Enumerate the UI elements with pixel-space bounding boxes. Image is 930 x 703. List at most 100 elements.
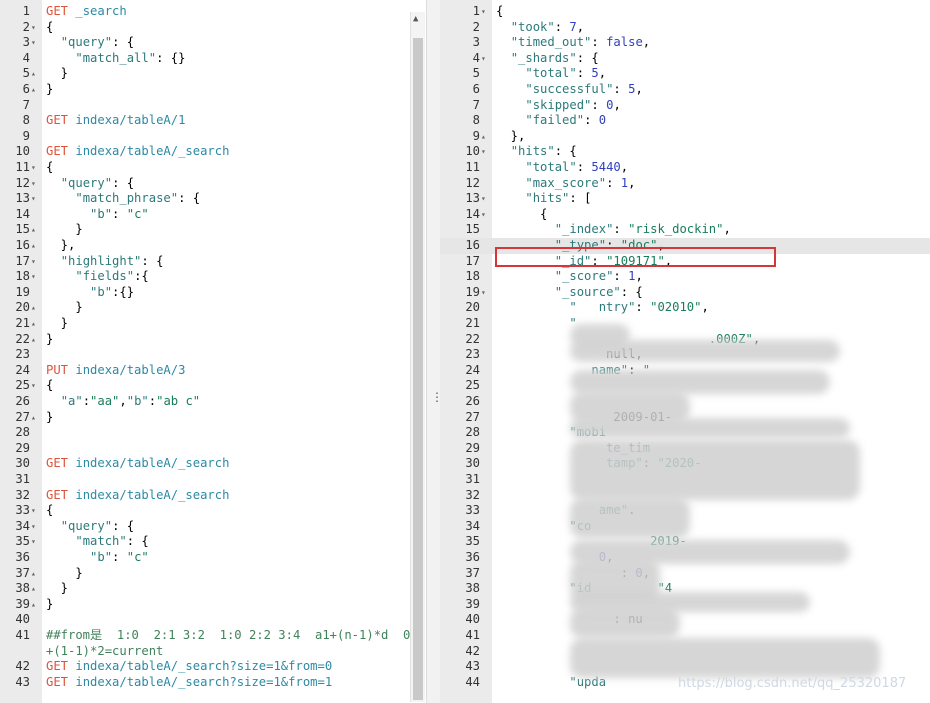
drag-grip-icon[interactable]: ⋮ (431, 390, 443, 404)
fold-toggle-icon[interactable]: ▾ (31, 191, 36, 207)
fold-toggle-icon[interactable]: ▾ (481, 51, 486, 67)
fold-toggle-icon[interactable]: ▴ (31, 222, 36, 238)
code-line[interactable]: 10 GET indexa/tableA/_search (0, 144, 426, 160)
scrollbar-thumb[interactable] (413, 38, 423, 700)
code-line[interactable]: 19 "b":{} (0, 285, 426, 301)
code-line[interactable]: 34 ▾ "query": { (0, 519, 426, 535)
fold-toggle-icon[interactable]: ▾ (31, 176, 36, 192)
code-line[interactable]: 4 ▾ "_shards": { (440, 51, 930, 67)
fold-toggle-icon[interactable]: ▴ (31, 597, 36, 613)
code-line[interactable]: 9 ▴ }, (440, 129, 930, 145)
code-line[interactable]: 30 GET indexa/tableA/_search (0, 456, 426, 472)
fold-toggle-icon[interactable]: ▴ (31, 581, 36, 597)
code-line[interactable]: +(1-1)*2=current (0, 644, 426, 660)
code-line[interactable]: 39 ▴} (0, 597, 426, 613)
fold-toggle-icon[interactable]: ▾ (31, 269, 36, 285)
code-line[interactable]: 11 ▾ { (0, 160, 426, 176)
code-line[interactable]: 43 GET indexa/tableA/_search?size=1&from=… (0, 675, 426, 691)
fold-toggle-icon[interactable]: ▾ (481, 285, 486, 301)
fold-toggle-icon[interactable]: ▴ (31, 300, 36, 316)
code-line[interactable]: 15 ▴ } (0, 222, 426, 238)
fold-toggle-icon[interactable]: ▴ (31, 316, 36, 332)
fold-toggle-icon[interactable]: ▴ (31, 82, 36, 98)
code-line[interactable]: 2 "took": 7, (440, 20, 930, 36)
fold-toggle-icon[interactable]: ▴ (481, 129, 486, 145)
code-line[interactable]: 20 ▴ } (0, 300, 426, 316)
code-line[interactable]: 17 ▾ "highlight": { (0, 254, 426, 270)
code-line[interactable]: 37 ▴ } (0, 566, 426, 582)
code-line[interactable]: 4 "match_all": {} (0, 51, 426, 67)
code-line[interactable]: 20 " ntry": "02010", (440, 300, 930, 316)
code-line[interactable]: 26 "a":"aa","b":"ab c" (0, 394, 426, 410)
code-line[interactable]: 13 ▾ "match_phrase": { (0, 191, 426, 207)
code-line[interactable]: 21 ▴ } (0, 316, 426, 332)
code-line[interactable]: 15 "_index": "risk_dockin", (440, 222, 930, 238)
code-line[interactable]: 41 ##from是 1:0 2:1 3:2 1:0 2:2 3:4 a1+(n-… (0, 628, 426, 644)
code-line[interactable]: 5 "total": 5, (440, 66, 930, 82)
fold-toggle-icon[interactable]: ▾ (31, 35, 36, 51)
code-line[interactable]: 19 ▾ "_source": { (440, 285, 930, 301)
code-line[interactable]: 22 ▴} (0, 332, 426, 348)
code-line[interactable]: 29 (0, 441, 426, 457)
code-line[interactable]: 7 "skipped": 0, (440, 98, 930, 114)
code-line[interactable]: 12 "max_score": 1, (440, 176, 930, 192)
code-line[interactable]: 37 : 0, (440, 566, 930, 582)
code-line[interactable]: 32 GET indexa/tableA/_search (0, 488, 426, 504)
code-line[interactable]: 3 "timed_out": false, (440, 35, 930, 51)
code-line[interactable]: 36 "b": "c" (0, 550, 426, 566)
code-line[interactable]: 9 (0, 129, 426, 145)
request-editor[interactable]: 1 GET _search 2 ▾{3 ▾ "query": {4 "match_all… (0, 0, 426, 703)
fold-toggle-icon[interactable]: ▴ (31, 410, 36, 426)
code-line[interactable]: 18 "_score": 1, (440, 269, 930, 285)
code-line[interactable]: 10 ▾ "hits": { (440, 144, 930, 160)
line-number: 35 (465, 534, 480, 549)
fold-toggle-icon[interactable]: ▴ (31, 66, 36, 82)
code-line[interactable]: 23 (0, 347, 426, 363)
fold-toggle-icon[interactable]: ▾ (31, 519, 36, 535)
fold-toggle-icon[interactable]: ▴ (31, 566, 36, 582)
code-line[interactable]: 31 (0, 472, 426, 488)
code-line[interactable]: 28 (0, 425, 426, 441)
code-line[interactable]: 14 ▾ { (440, 207, 930, 223)
code-line[interactable]: 11 "total": 5440, (440, 160, 930, 176)
code-line[interactable]: 5 ▴ } (0, 66, 426, 82)
code-line[interactable]: 7 (0, 98, 426, 114)
fold-toggle-icon[interactable]: ▴ (31, 238, 36, 254)
code-line[interactable]: 2 ▾ { (0, 20, 426, 36)
code-line[interactable]: 24 PUT indexa/tableA/3 (0, 363, 426, 379)
code-line[interactable]: 42 GET indexa/tableA/_search?size=1&from=… (0, 659, 426, 675)
code-line[interactable]: 6 ▴} (0, 82, 426, 98)
fold-toggle-icon[interactable]: ▾ (481, 144, 486, 160)
code-line[interactable]: 38 ▴ } (0, 581, 426, 597)
code-line[interactable]: 18 ▾ "fields":{ (0, 269, 426, 285)
fold-toggle-icon[interactable]: ▾ (31, 254, 36, 270)
fold-toggle-icon[interactable]: ▾ (481, 4, 486, 20)
fold-toggle-icon[interactable]: ▾ (31, 503, 36, 519)
code-line[interactable]: 40 : nu (440, 612, 930, 628)
fold-toggle-icon[interactable]: ▾ (31, 378, 36, 394)
code-line[interactable]: 6 "successful": 5, (440, 82, 930, 98)
code-line[interactable]: 8 "failed": 0 (440, 113, 930, 129)
code-line[interactable]: 21 " (440, 316, 930, 332)
code-line[interactable]: 27 ▴} (0, 410, 426, 426)
fold-toggle-icon[interactable]: ▾ (481, 207, 486, 223)
code-line[interactable]: 3 ▾ "query": { (0, 35, 426, 51)
fold-toggle-icon[interactable]: ▾ (31, 160, 36, 176)
fold-toggle-icon[interactable]: ▾ (481, 191, 486, 207)
code-line[interactable]: 35 ▾ "match": { (0, 534, 426, 550)
code-line[interactable]: 40 (0, 612, 426, 628)
fold-toggle-icon[interactable]: ▾ (31, 20, 36, 36)
code-line[interactable]: 12 ▾ "query": { (0, 176, 426, 192)
code-line[interactable]: 33 ▾ { (0, 503, 426, 519)
code-line[interactable]: 13 ▾ "hits": [ (440, 191, 930, 207)
code-line[interactable]: 14 "b": "c" (0, 207, 426, 223)
scroll-up-icon[interactable]: ▲ (413, 14, 418, 24)
fold-toggle-icon[interactable]: ▴ (31, 332, 36, 348)
code-line[interactable]: 25 ▾ { (0, 378, 426, 394)
fold-toggle-icon[interactable]: ▾ (31, 534, 36, 550)
vertical-scrollbar[interactable]: ▲ (410, 12, 425, 702)
code-line[interactable]: 8 GET indexa/tableA/1 (0, 113, 426, 129)
code-line[interactable]: 1 ▾ { (440, 4, 930, 20)
code-line[interactable]: 16 ▴ }, (0, 238, 426, 254)
code-line[interactable]: 1 GET _search (0, 4, 426, 20)
